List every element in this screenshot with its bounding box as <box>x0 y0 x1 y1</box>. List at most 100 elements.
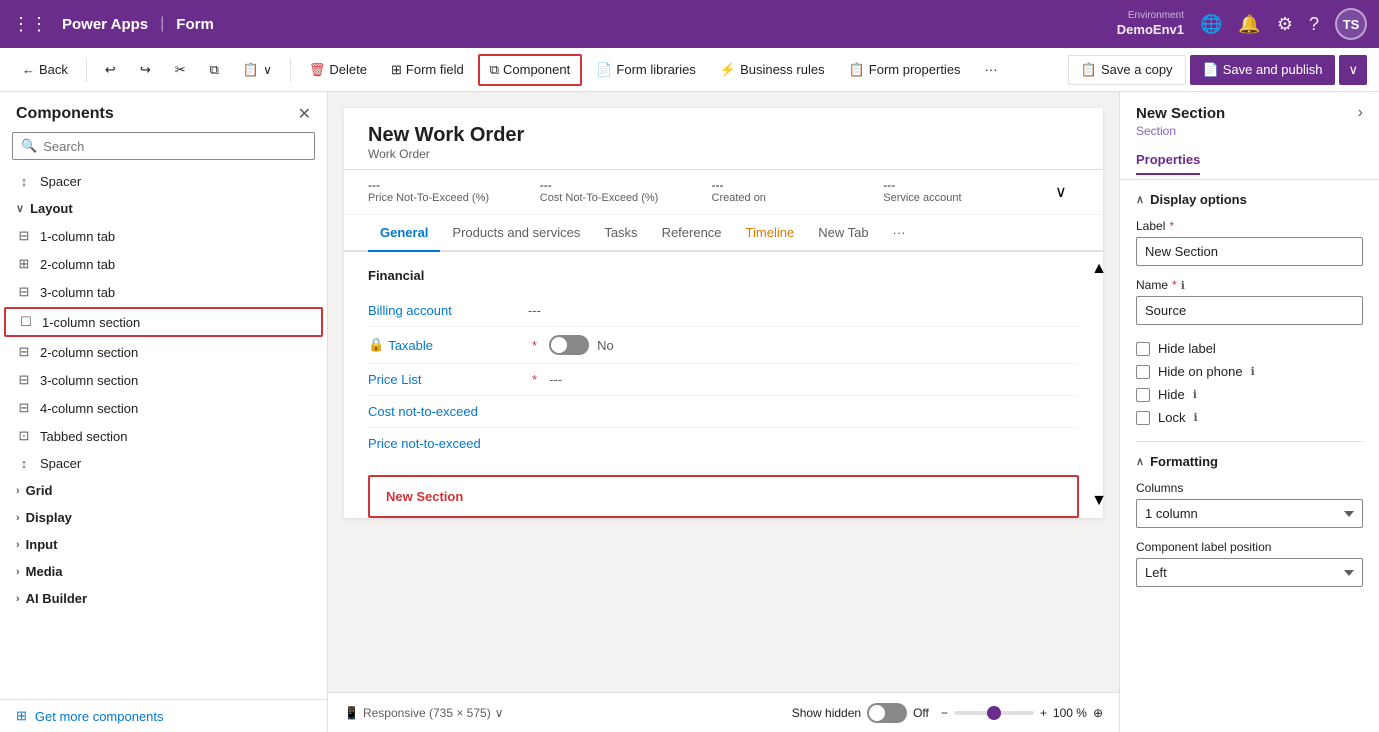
header-field-4: --- Service account <box>883 178 1039 206</box>
zoom-plus-icon[interactable]: + <box>1040 706 1047 720</box>
zoom-fit-icon[interactable]: ⊕ <box>1093 706 1103 720</box>
cut-icon: ✂ <box>175 62 186 78</box>
component-button[interactable]: ⧉ Component <box>478 54 583 86</box>
right-panel-forward-icon[interactable]: › <box>1358 104 1363 122</box>
sidebar-section-ai-builder[interactable]: › AI Builder <box>0 585 327 612</box>
business-rules-button[interactable]: ⚡ Business rules <box>710 56 835 84</box>
sidebar-section-media[interactable]: › Media <box>0 558 327 585</box>
get-more-components[interactable]: ⊞ Get more components <box>0 699 327 732</box>
name-input[interactable] <box>1136 296 1363 325</box>
save-publish-button[interactable]: 📄 Save and publish <box>1190 55 1336 85</box>
redo-button[interactable]: ↪ <box>130 56 161 84</box>
1col-section-label: 1-column section <box>42 315 140 330</box>
save-publish-dropdown[interactable]: ∨ <box>1339 55 1367 85</box>
command-bar: ← Back ↩ ↪ ✂ ⧉ 📋 ∨ 🗑 Delete ⊞ Form field… <box>0 48 1379 92</box>
sidebar-section-layout[interactable]: ∨ Layout <box>0 195 327 222</box>
cut-button[interactable]: ✂ <box>165 56 196 84</box>
right-panel-title: New Section <box>1136 105 1225 122</box>
hide-on-phone-info-icon[interactable]: ℹ <box>1251 365 1255 378</box>
canvas-scroll-up[interactable]: ▲ <box>1095 252 1103 518</box>
delete-button[interactable]: 🗑 Delete <box>299 56 377 84</box>
display-options-collapse-icon[interactable]: ∧ <box>1136 193 1144 206</box>
sidebar-item-2col-section[interactable]: ⊟ 2-column section <box>0 338 327 366</box>
tab-reference[interactable]: Reference <box>650 215 734 252</box>
more-button[interactable]: ··· <box>975 56 1008 83</box>
component-label-position-select[interactable]: Left Right Top <box>1136 558 1363 587</box>
sidebar-item-4col-section[interactable]: ⊟ 4-column section <box>0 394 327 422</box>
sidebar-item-3col-tab[interactable]: ⊟ 3-column tab <box>0 278 327 306</box>
main-layout: Components ✕ 🔍 ↕ Spacer ∨ Layout ⊟ 1-col… <box>0 92 1379 732</box>
sidebar-item-spacer[interactable]: ↕ Spacer <box>0 450 327 477</box>
search-input[interactable] <box>43 139 306 154</box>
cost-not-exceed-label: Cost not-to-exceed <box>368 404 528 419</box>
sidebar-item-tabbed-section[interactable]: ⊡ Tabbed section <box>0 422 327 450</box>
sidebar-section-display[interactable]: › Display <box>0 504 327 531</box>
tab-more[interactable]: ··· <box>881 215 918 252</box>
tab-new-tab[interactable]: New Tab <box>806 215 880 252</box>
responsive-selector[interactable]: 📱 Responsive (735 × 575) ∨ <box>344 706 504 720</box>
formatting-collapse-icon[interactable]: ∧ <box>1136 455 1144 468</box>
taxable-value[interactable]: No <box>549 335 1079 355</box>
paste-dropdown-button[interactable]: 📋 ∨ <box>233 56 282 84</box>
sidebar-item-1col-tab[interactable]: ⊟ 1-column tab <box>0 222 327 250</box>
hide-checkbox[interactable] <box>1136 388 1150 402</box>
lock-checkbox[interactable] <box>1136 411 1150 425</box>
back-button[interactable]: ← Back <box>12 56 78 83</box>
show-hidden-toggle[interactable] <box>867 703 907 723</box>
hide-info-icon[interactable]: ℹ <box>1193 388 1197 401</box>
save-copy-button[interactable]: 📋 Save a copy <box>1068 55 1186 85</box>
new-section-box[interactable]: New Section <box>368 475 1079 518</box>
sidebar-section-input[interactable]: › Input <box>0 531 327 558</box>
show-hidden-thumb <box>869 705 885 721</box>
taxable-toggle[interactable] <box>549 335 589 355</box>
display-options-header: ∧ Display options <box>1136 192 1363 207</box>
form-properties-button[interactable]: 📋 Form properties <box>839 56 971 84</box>
spacer2-icon: ↕ <box>16 456 32 471</box>
globe-icon[interactable]: 🌐 <box>1200 14 1222 35</box>
copy-button[interactable]: ⧉ <box>200 56 229 84</box>
sidebar-close-button[interactable]: ✕ <box>298 104 311 124</box>
zoom-minus-icon[interactable]: − <box>941 706 948 720</box>
notification-icon[interactable]: 🔔 <box>1238 14 1260 35</box>
4col-section-icon: ⊟ <box>16 400 32 416</box>
sidebar-item-3col-section[interactable]: ⊟ 3-column section <box>0 366 327 394</box>
1col-tab-icon: ⊟ <box>16 228 32 244</box>
sidebar-item-spacer-top[interactable]: ↕ Spacer <box>0 168 327 195</box>
form-libraries-button[interactable]: 📄 Form libraries <box>586 56 706 84</box>
name-field: Name * ℹ <box>1136 278 1363 325</box>
sidebar-section-grid[interactable]: › Grid <box>0 477 327 504</box>
name-info-icon[interactable]: ℹ <box>1181 279 1185 292</box>
hide-on-phone-checkbox[interactable] <box>1136 365 1150 379</box>
tab-general[interactable]: General <box>368 215 440 252</box>
lock-info-icon[interactable]: ℹ <box>1193 411 1197 424</box>
tab-products-services[interactable]: Products and services <box>440 215 592 252</box>
undo-icon: ↩ <box>105 62 116 78</box>
settings-icon[interactable]: ⚙ <box>1277 14 1293 35</box>
zoom-slider[interactable] <box>954 711 1034 715</box>
sidebar-item-2col-tab[interactable]: ⊞ 2-column tab <box>0 250 327 278</box>
help-icon[interactable]: ? <box>1309 14 1319 35</box>
tab-properties[interactable]: Properties <box>1136 146 1200 175</box>
search-box[interactable]: 🔍 <box>12 132 315 160</box>
waffle-icon[interactable]: ⋮⋮ <box>12 14 48 35</box>
hide-label-checkbox[interactable] <box>1136 342 1150 356</box>
tabbed-section-icon: ⊡ <box>16 428 32 444</box>
form-field-button[interactable]: ⊞ Form field <box>381 56 474 84</box>
sidebar-item-1col-section[interactable]: ☐ 1-column section <box>4 307 323 337</box>
label-input[interactable] <box>1136 237 1363 266</box>
tab-timeline[interactable]: Timeline <box>734 215 807 252</box>
form-title: New Work Order <box>368 124 1079 147</box>
canvas-scroll-down[interactable]: ▼ <box>1095 492 1103 518</box>
avatar[interactable]: TS <box>1335 8 1367 40</box>
undo-button[interactable]: ↩ <box>95 56 126 84</box>
label-field-label: Label * <box>1136 219 1363 233</box>
form-field-icon: ⊞ <box>391 62 402 78</box>
header-field-4-label: Service account <box>883 192 1039 204</box>
form-entity: Work Order <box>368 147 1079 161</box>
field-billing-account: Billing account --- <box>368 295 1079 327</box>
columns-select[interactable]: 1 column 2 columns 3 columns 4 columns <box>1136 499 1363 528</box>
search-icon: 🔍 <box>21 138 37 154</box>
1col-section-icon: ☐ <box>18 314 34 330</box>
header-expand-icon[interactable]: ∨ <box>1055 178 1079 206</box>
tab-tasks[interactable]: Tasks <box>592 215 649 252</box>
